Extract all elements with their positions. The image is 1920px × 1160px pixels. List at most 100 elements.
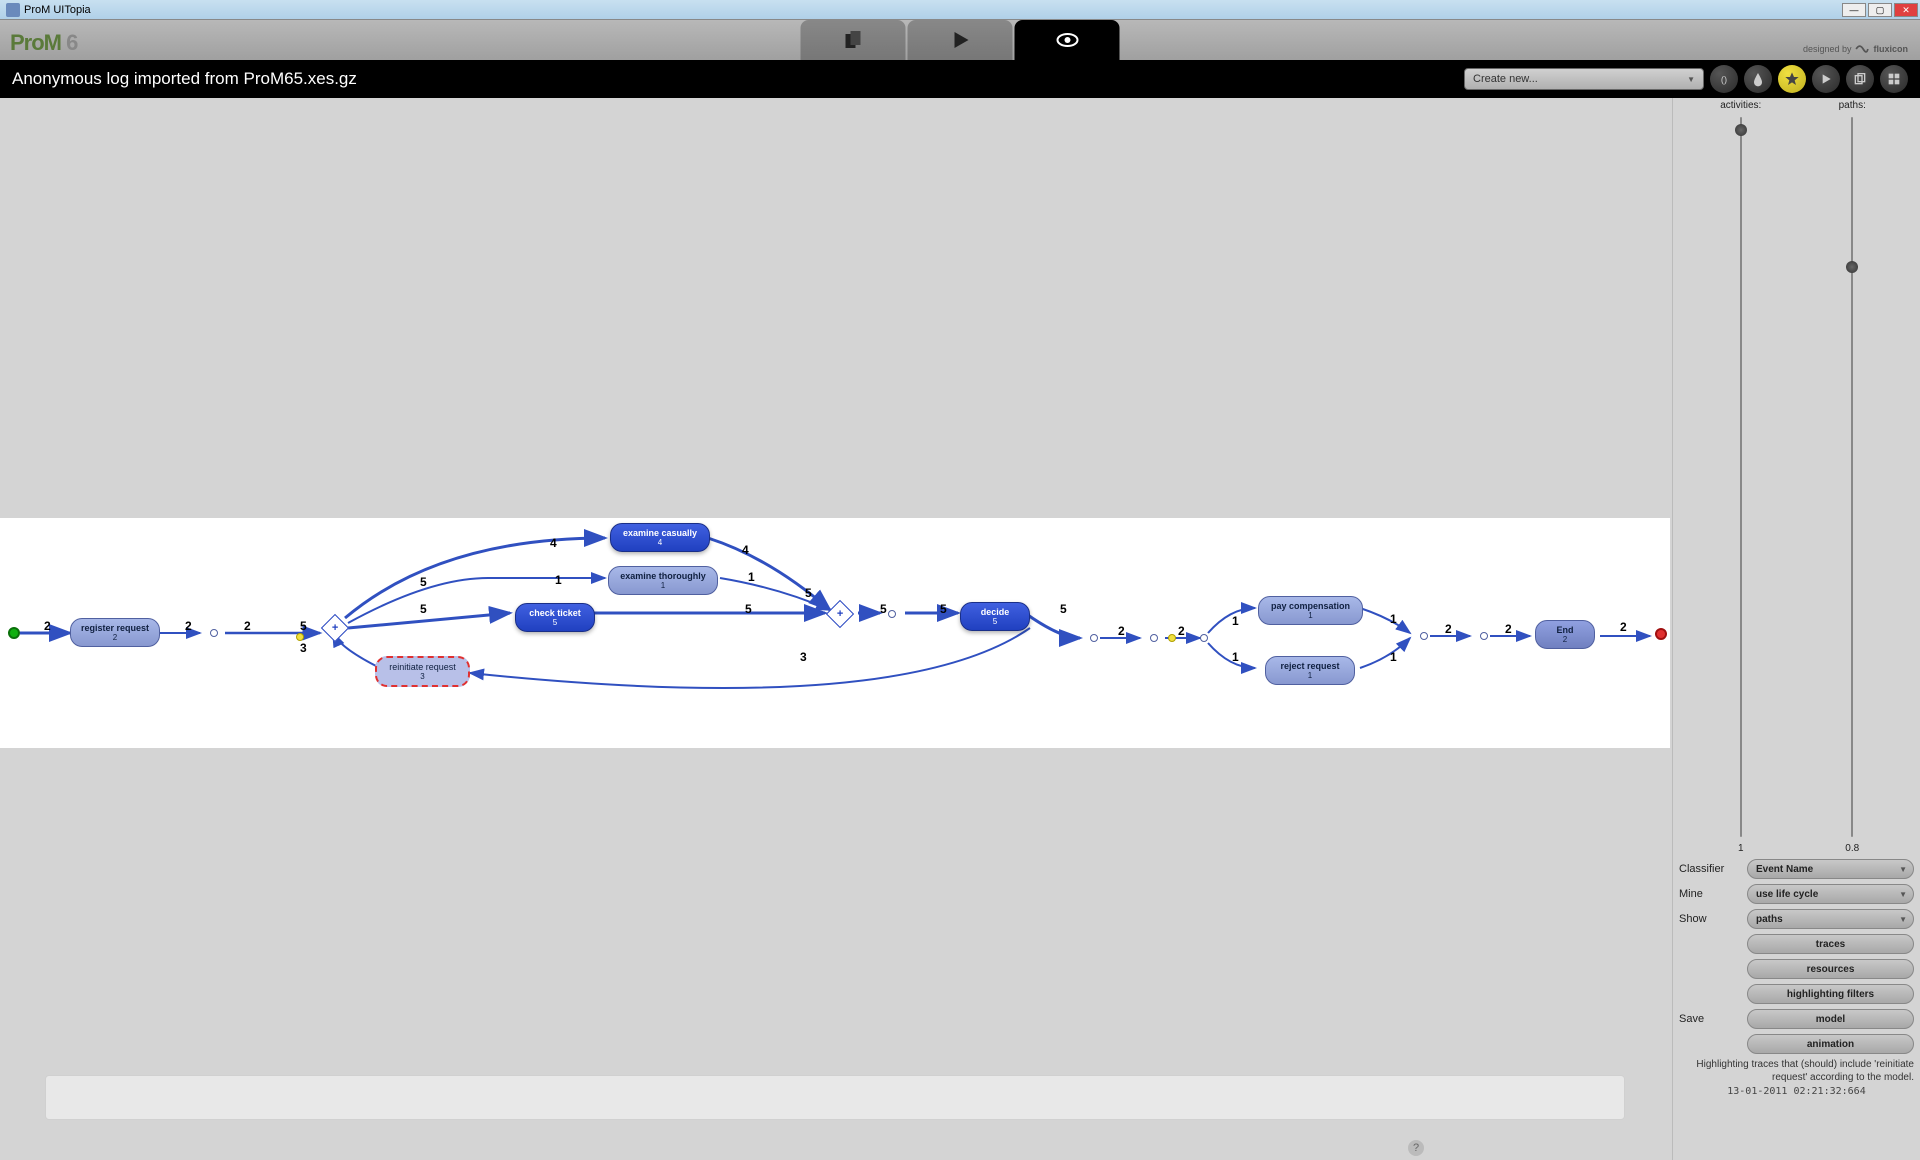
edge-label: 1 [1390,650,1397,664]
classifier-label: Classifier [1679,863,1747,875]
eye-icon [1055,28,1079,52]
edge-label: 2 [44,619,51,633]
resources-button[interactable]: resources [1747,959,1914,979]
grid-icon [1886,71,1902,87]
place-9 [1480,632,1488,640]
edge-label: 2 [244,619,251,633]
show-label: Show [1679,913,1747,925]
mine-select[interactable]: use life cycle [1747,884,1914,904]
drop-button[interactable] [1744,65,1772,93]
edge-label: 2 [1445,622,1452,636]
edge-label: 1 [748,570,755,584]
edge-label: 5 [420,602,427,616]
edge-label: 1 [1232,650,1239,664]
designed-by: designed by fluxicon [1803,42,1908,56]
window-maximize-button[interactable]: ▢ [1868,3,1892,17]
place-1 [210,629,218,637]
edge-label: 3 [300,641,307,655]
main-area: register request 2 + reinitiate request … [0,98,1920,1160]
tab-actions[interactable] [908,20,1013,60]
drop-icon [1750,71,1766,87]
end-node[interactable] [1655,628,1667,640]
window-close-button[interactable]: ✕ [1894,3,1918,17]
highlighting-filters-button[interactable]: highlighting filters [1747,984,1914,1004]
show-select[interactable]: paths [1747,909,1914,929]
edge-label: 2 [1620,620,1627,634]
place-7 [1200,634,1208,642]
app-icon [6,3,20,17]
edge-label: 5 [300,619,307,633]
prom-logo: ProM 6 [10,30,77,56]
edge-label: 5 [805,586,812,600]
edge-label: 3 [800,650,807,664]
grid-button[interactable] [1880,65,1908,93]
place-2 [296,633,304,641]
edge-label: 5 [880,602,887,616]
node-examine-thoroughly[interactable]: examine thoroughly 1 [608,566,718,595]
edge-label: 4 [742,543,749,557]
favorite-button[interactable] [1778,65,1806,93]
status-bar [45,1075,1625,1120]
edge-label: 2 [1118,624,1125,638]
tab-view[interactable] [1015,20,1120,60]
save-label: Save [1679,1013,1747,1025]
edge-label: 5 [420,575,427,589]
timestamp: 13-01-2011 02:21:32:664 [1679,1086,1914,1097]
slider-paths: paths: 0.8 [1821,100,1883,854]
start-node[interactable] [8,627,20,639]
animation-button[interactable]: animation [1747,1034,1914,1054]
edge-label: 5 [1060,602,1067,616]
place-5 [1150,634,1158,642]
edge-label: 2 [1178,624,1185,638]
tab-workspace[interactable] [801,20,906,60]
place-3 [888,610,896,618]
edge-label: 5 [745,602,752,616]
diagram-canvas[interactable]: register request 2 + reinitiate request … [0,98,1672,1160]
edge-label: 1 [1232,614,1239,628]
hint-text: Highlighting traces that (should) includ… [1679,1058,1914,1084]
window-title: ProM UITopia [24,4,91,16]
play-button[interactable] [1812,65,1840,93]
edge-label: 4 [550,536,557,550]
play-small-icon [1818,71,1834,87]
node-examine-casually[interactable]: examine casually 4 [610,523,710,552]
diagram-band [0,518,1670,748]
edge-label: 5 [940,602,947,616]
fluxicon-icon [1855,42,1869,56]
copy-icon [1852,71,1868,87]
svg-text:(): () [1721,74,1727,84]
node-check-ticket[interactable]: check ticket 5 [515,603,595,632]
edge-label: 2 [185,619,192,633]
parentheses-icon: () [1716,71,1732,87]
traces-button[interactable]: traces [1747,934,1914,954]
window-title-bar: ProM UITopia — ▢ ✕ [0,0,1920,20]
slider-paths-track[interactable] [1851,117,1853,837]
star-icon [1784,71,1800,87]
edge-label: 2 [1505,622,1512,636]
node-reject-request[interactable]: reject request 1 [1265,656,1355,685]
edge-label: 1 [1390,612,1397,626]
create-new-dropdown[interactable]: Create new... [1464,68,1704,90]
model-button[interactable]: model [1747,1009,1914,1029]
node-pay-compensation[interactable]: pay compensation 1 [1258,596,1363,625]
slider-activities: activities: 1 [1710,100,1772,854]
node-register-request[interactable]: register request 2 [70,618,160,647]
node-decide[interactable]: decide 5 [960,602,1030,631]
mine-label: Mine [1679,888,1747,900]
cards-icon [841,28,865,52]
parentheses-button[interactable]: () [1710,65,1738,93]
window-minimize-button[interactable]: — [1842,3,1866,17]
help-button[interactable]: ? [1408,1140,1424,1156]
right-panel: activities: 1 paths: 0.8 Classifier Even… [1672,98,1920,1160]
main-toolbar: ProM 6 designed by fluxicon [0,20,1920,60]
slider-activities-track[interactable] [1740,117,1742,837]
classifier-select[interactable]: Event Name [1747,859,1914,879]
copy-button[interactable] [1846,65,1874,93]
node-reinitiate-request[interactable]: reinitiate request 3 [375,656,470,687]
place-8 [1420,632,1428,640]
slider-activities-thumb[interactable] [1735,124,1747,136]
slider-paths-thumb[interactable] [1846,261,1858,273]
secondary-toolbar: Anonymous log imported from ProM65.xes.g… [0,60,1920,98]
node-end[interactable]: End 2 [1535,620,1595,649]
play-icon [948,28,972,52]
